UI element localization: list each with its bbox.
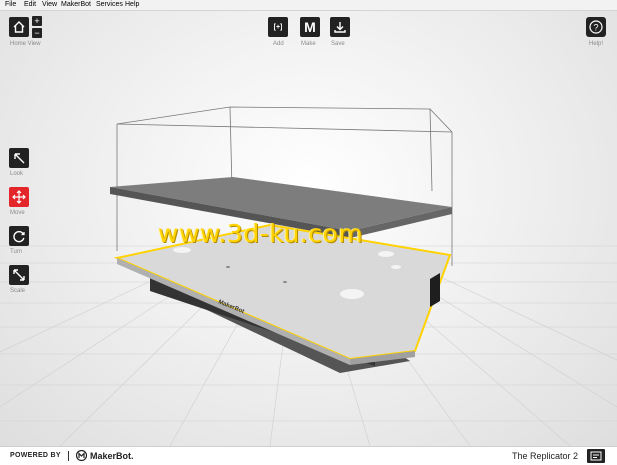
- makerbot-logo-icon: [76, 450, 87, 461]
- powered-by-label: POWERED BY: [10, 452, 61, 459]
- help-icon: ?: [589, 20, 603, 34]
- zoom-in-button[interactable]: +: [32, 16, 42, 26]
- move-tool-button[interactable]: [9, 187, 29, 207]
- viewport-3d[interactable]: MakerBot www.3d-ku.com + − Home View [+]…: [0, 11, 617, 446]
- menu-bar: File Edit View MakerBot Services Help: [0, 0, 617, 11]
- help-button[interactable]: ?: [586, 17, 606, 37]
- rotate-icon: [13, 230, 25, 243]
- make-button[interactable]: M: [300, 17, 320, 37]
- look-arrow-icon: [14, 153, 25, 164]
- home-icon: [13, 21, 25, 33]
- zoom-out-button[interactable]: −: [32, 28, 42, 38]
- move-arrows-icon: [12, 190, 26, 204]
- menu-services[interactable]: Services: [96, 0, 123, 10]
- home-view-button[interactable]: [9, 17, 29, 37]
- turn-tool-button[interactable]: [9, 226, 29, 246]
- save-label: Save: [331, 41, 345, 47]
- look-tool-button[interactable]: [9, 148, 29, 168]
- look-label: Look: [10, 171, 24, 177]
- move-label: Move: [10, 210, 25, 216]
- menu-file[interactable]: File: [5, 0, 16, 10]
- watermark-text: www.3d-ku.com: [158, 219, 364, 248]
- scale-tool-button[interactable]: [9, 265, 29, 285]
- home-view-label: Home View: [10, 41, 41, 47]
- makerbot-logo: MakerBot.: [76, 450, 134, 461]
- turn-label: Turn: [10, 249, 23, 255]
- save-button[interactable]: [330, 17, 350, 37]
- makerbot-brand-text: MakerBot.: [90, 450, 134, 461]
- add-button[interactable]: [+]: [268, 17, 288, 37]
- menu-makerbot[interactable]: MakerBot: [61, 0, 91, 10]
- svg-text:?: ?: [593, 22, 598, 32]
- printer-icon: [590, 451, 602, 461]
- add-label: Add: [273, 41, 284, 47]
- download-icon: [334, 22, 346, 33]
- scale-label: Scale: [10, 288, 26, 294]
- help-label: Help!: [589, 41, 604, 47]
- printer-name[interactable]: The Replicator 2: [512, 451, 578, 461]
- printer-select-button[interactable]: [587, 449, 605, 463]
- scale-icon: [13, 269, 25, 281]
- menu-edit[interactable]: Edit: [24, 0, 36, 10]
- menu-help[interactable]: Help: [125, 0, 139, 10]
- make-label: Make: [301, 41, 316, 47]
- menu-view[interactable]: View: [42, 0, 57, 10]
- footer-divider: [68, 451, 69, 461]
- footer-bar: POWERED BY MakerBot. The Replicator 2: [0, 446, 617, 465]
